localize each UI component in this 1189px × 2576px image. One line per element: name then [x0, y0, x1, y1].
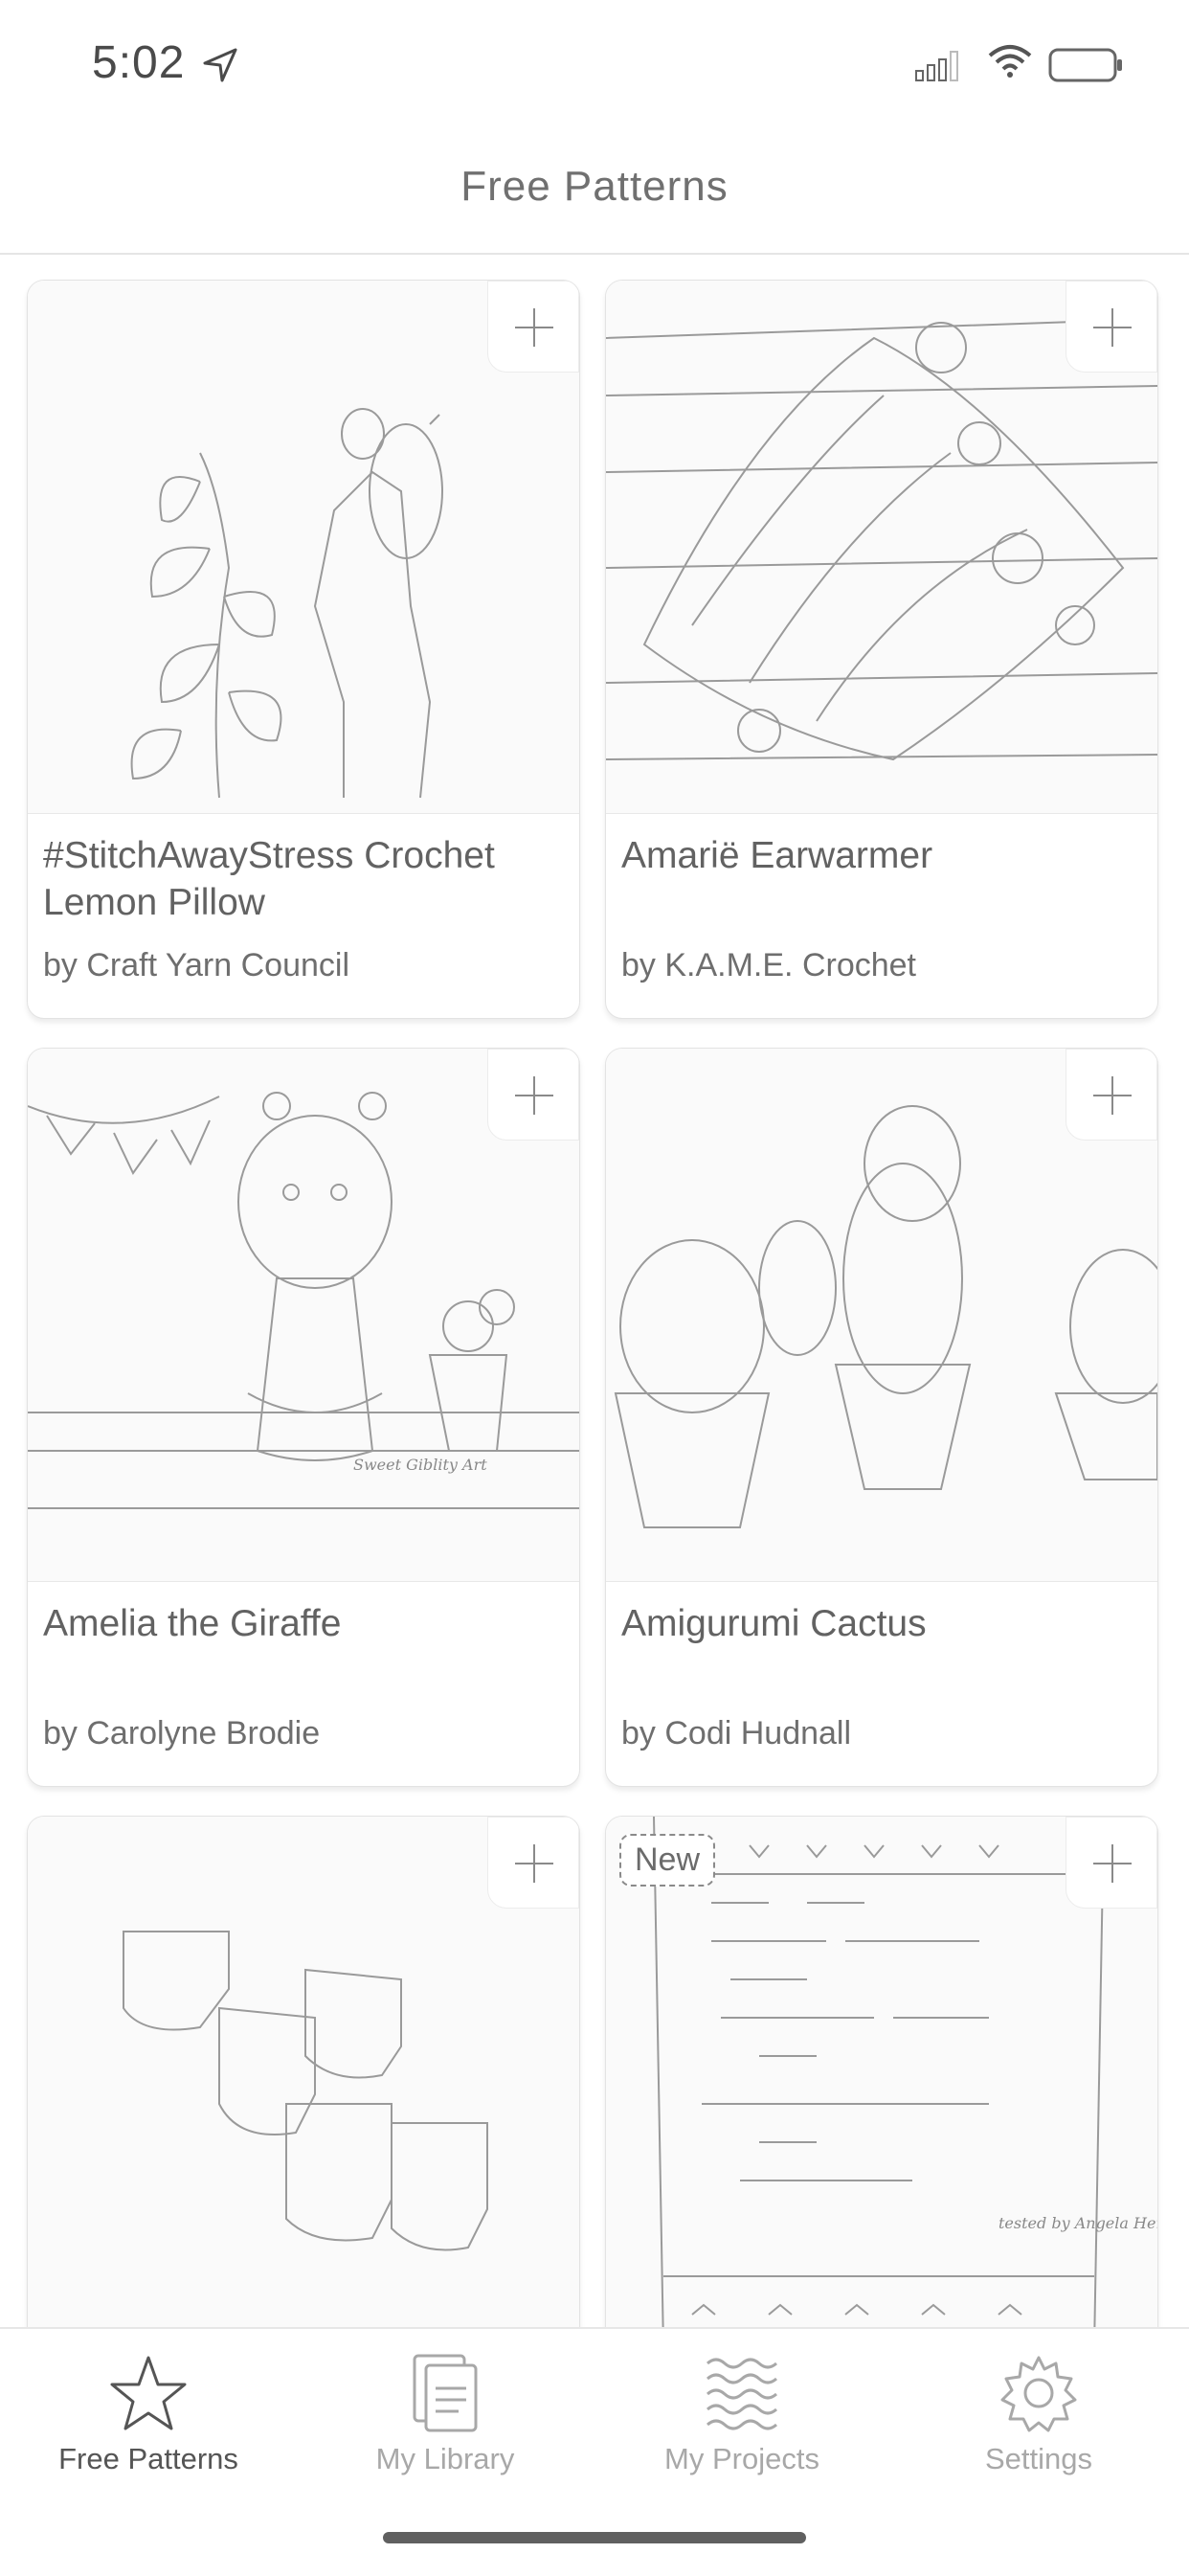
pattern-image: [28, 281, 579, 814]
giraffe-signature: Sweet Giblity Art: [353, 1456, 487, 1474]
star-icon: [110, 2356, 187, 2430]
tab-my-library[interactable]: My Library: [297, 2329, 594, 2520]
tab-free-patterns[interactable]: Free Patterns: [0, 2329, 297, 2520]
pattern-author: by Codi Hudnall: [621, 1715, 852, 1751]
add-to-library-button[interactable]: [1066, 1817, 1157, 1909]
pattern-card[interactable]: Sweet Giblity Art Amelia the Giraffe by …: [27, 1048, 580, 1787]
status-time: 5:02: [92, 37, 186, 88]
pattern-image: tested by Angela Hersh New: [606, 1817, 1157, 2327]
tab-label: My Projects: [664, 2442, 819, 2475]
new-badge: New: [619, 1834, 716, 1887]
add-to-library-button[interactable]: [1066, 281, 1157, 373]
nav-header: Free Patterns: [0, 134, 1189, 255]
add-to-library-button[interactable]: [487, 281, 579, 373]
pattern-author: by Craft Yarn Council: [43, 947, 349, 983]
pattern-author: by K.A.M.E. Crochet: [621, 947, 916, 983]
home-indicator: [383, 2532, 806, 2543]
battery-icon: [1048, 48, 1122, 82]
page-title: Free Patterns: [460, 163, 729, 210]
pattern-grid[interactable]: #StitchAwayStress Crochet Lemon Pillow b…: [0, 253, 1189, 2327]
gear-icon: [1000, 2356, 1077, 2432]
tab-label: My Library: [375, 2442, 515, 2475]
pattern-title: Amariё Earwarmer: [621, 835, 933, 876]
blanket-tester-text: tested by Angela Hersh: [998, 2214, 1157, 2232]
pattern-image: [28, 1817, 579, 2327]
add-to-library-button[interactable]: [487, 1049, 579, 1141]
pattern-image: [606, 1049, 1157, 1582]
tab-label: Settings: [984, 2442, 1092, 2475]
pattern-title: Amelia the Giraffe: [43, 1603, 342, 1644]
pattern-image: [606, 281, 1157, 814]
pattern-title: #StitchAwayStress Crochet Lemon Pillow: [43, 835, 495, 923]
pattern-title: Amigurumi Cactus: [621, 1603, 927, 1644]
pattern-card[interactable]: tested by Angela Hersh New: [605, 1816, 1158, 2327]
pattern-card[interactable]: Amariё Earwarmer by K.A.M.E. Crochet: [605, 280, 1158, 1019]
status-bar: 5:02: [0, 0, 1189, 134]
pattern-image: Sweet Giblity Art: [28, 1049, 579, 1582]
library-icon: [413, 2354, 478, 2432]
wifi-icon: [988, 45, 1032, 78]
pattern-card[interactable]: #StitchAwayStress Crochet Lemon Pillow b…: [27, 280, 580, 1019]
tab-settings[interactable]: Settings: [890, 2329, 1187, 2520]
projects-icon: [707, 2358, 777, 2430]
pattern-card[interactable]: [27, 1816, 580, 2327]
tab-label: Free Patterns: [58, 2442, 238, 2475]
pattern-card[interactable]: Amigurumi Cactus by Codi Hudnall: [605, 1048, 1158, 1787]
tab-my-projects[interactable]: My Projects: [594, 2329, 890, 2520]
add-to-library-button[interactable]: [487, 1817, 579, 1909]
cellular-signal-icon: [915, 51, 958, 81]
location-arrow-icon: [203, 48, 237, 82]
add-to-library-button[interactable]: [1066, 1049, 1157, 1141]
pattern-author: by Carolyne Brodie: [43, 1715, 321, 1751]
